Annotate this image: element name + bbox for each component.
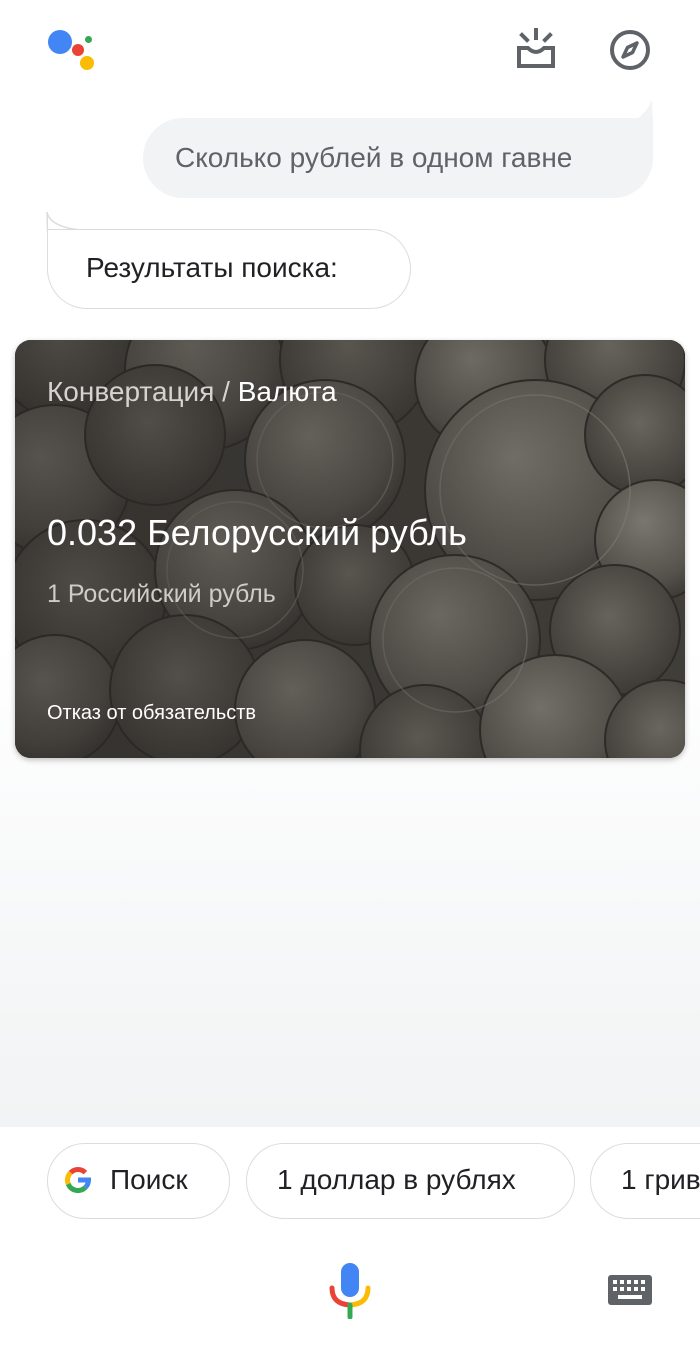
keyboard-icon[interactable] [606, 1273, 654, 1307]
compass-explore-icon[interactable] [606, 26, 654, 74]
suggestion-chip-label: 1 доллар в рублях [277, 1164, 516, 1195]
google-g-icon [64, 1167, 92, 1194]
microphone-icon[interactable] [326, 1261, 374, 1319]
currency-conversion-card[interactable]: Конвертация / Валюта 0.032 Белорусский р… [15, 340, 685, 758]
user-query-bubble: Сколько рублей в одном гавне [143, 118, 653, 198]
suggestion-chip-dollar[interactable]: 1 доллар в рублях [246, 1143, 575, 1219]
suggestion-chip-hryvnia[interactable]: 1 гривна в рублях [590, 1143, 700, 1219]
conversation-area: Сколько рублей в одном гавне Результаты … [0, 0, 700, 1127]
suggestion-chips-row[interactable]: Поиск 1 доллар в рублях 1 гривна в рубля… [0, 1127, 700, 1237]
source-amount: 1 Российский рубль [47, 580, 276, 608]
breadcrumb-category: Конвертация [47, 376, 215, 407]
breadcrumb-current: Валюта [237, 376, 337, 407]
suggestion-chip-search[interactable]: Поиск [47, 1143, 230, 1219]
suggestion-chip-label: 1 гривна в рублях [621, 1164, 700, 1195]
converted-amount: 0.032 Белорусский рубль [47, 512, 467, 553]
card-breadcrumb: Конвертация / Валюта [47, 376, 337, 408]
assistant-reply-text: Результаты поиска: [86, 252, 338, 283]
suggestion-chip-label: Поиск [110, 1164, 188, 1195]
bottom-input-bar [0, 1237, 700, 1345]
google-assistant-logo-icon [44, 26, 100, 76]
breadcrumb-separator: / [222, 376, 230, 407]
user-query-text: Сколько рублей в одном гавне [175, 142, 573, 173]
assistant-reply-bubble: Результаты поиска: [47, 229, 411, 309]
snapshot-tray-icon[interactable] [512, 26, 560, 70]
disclaimer-link[interactable]: Отказ от обязательств [47, 702, 256, 725]
